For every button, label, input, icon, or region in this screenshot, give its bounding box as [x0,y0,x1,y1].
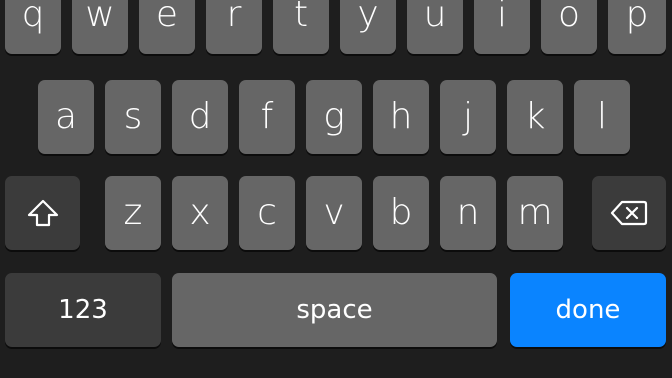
backspace-icon [609,199,649,227]
key-label: a [54,96,78,137]
key-k[interactable]: k [507,80,563,154]
key-label: f [260,96,274,137]
key-t[interactable]: t [273,0,329,54]
key-label: d [188,96,212,137]
key-y[interactable]: y [340,0,396,54]
key-h[interactable]: h [373,80,429,154]
key-label: j [462,96,473,137]
numbers-key-label: 123 [58,295,108,325]
key-z[interactable]: z [105,176,161,250]
key-label: u [423,0,447,35]
key-e[interactable]: e [139,0,195,54]
key-s[interactable]: s [105,80,161,154]
key-label: n [456,192,480,233]
space-key[interactable]: space [172,273,497,347]
key-label: m [517,192,553,233]
key-d[interactable]: d [172,80,228,154]
key-label: e [155,0,179,35]
key-label: z [123,192,143,233]
key-label: b [389,192,413,233]
key-v[interactable]: v [306,176,362,250]
key-label: x [189,192,211,233]
space-key-label: space [296,295,373,325]
key-r[interactable]: r [206,0,262,54]
key-n[interactable]: n [440,176,496,250]
key-label: p [625,0,649,35]
shift-key[interactable] [5,176,80,250]
key-q[interactable]: q [5,0,61,54]
key-u[interactable]: u [407,0,463,54]
delete-key[interactable] [592,176,666,250]
key-label: c [257,192,277,233]
numbers-key[interactable]: 123 [5,273,161,347]
key-label: g [323,96,345,137]
key-label: v [323,192,345,233]
key-label: l [596,96,607,137]
key-x[interactable]: x [172,176,228,250]
key-label: h [389,96,413,137]
shift-icon [26,198,60,228]
key-label: y [357,0,379,35]
key-label: s [123,96,143,137]
key-g[interactable]: g [306,80,362,154]
key-label: w [85,0,115,35]
key-w[interactable]: w [72,0,128,54]
key-label: t [293,0,309,35]
key-i[interactable]: i [474,0,530,54]
done-button-label: done [555,295,621,325]
key-a[interactable]: a [38,80,94,154]
keyboard: q w e r t y u i o p a s d f g h j k l z … [0,0,672,378]
key-b[interactable]: b [373,176,429,250]
key-c[interactable]: c [239,176,295,250]
key-label: q [21,0,45,35]
key-m[interactable]: m [507,176,563,250]
key-j[interactable]: j [440,80,496,154]
key-label: k [524,96,546,137]
key-label: i [496,0,507,35]
key-label: r [226,0,242,35]
key-label: o [557,0,581,35]
key-l[interactable]: l [574,80,630,154]
key-f[interactable]: f [239,80,295,154]
key-p[interactable]: p [608,0,666,54]
done-button[interactable]: done [510,273,666,347]
key-o[interactable]: o [541,0,597,54]
